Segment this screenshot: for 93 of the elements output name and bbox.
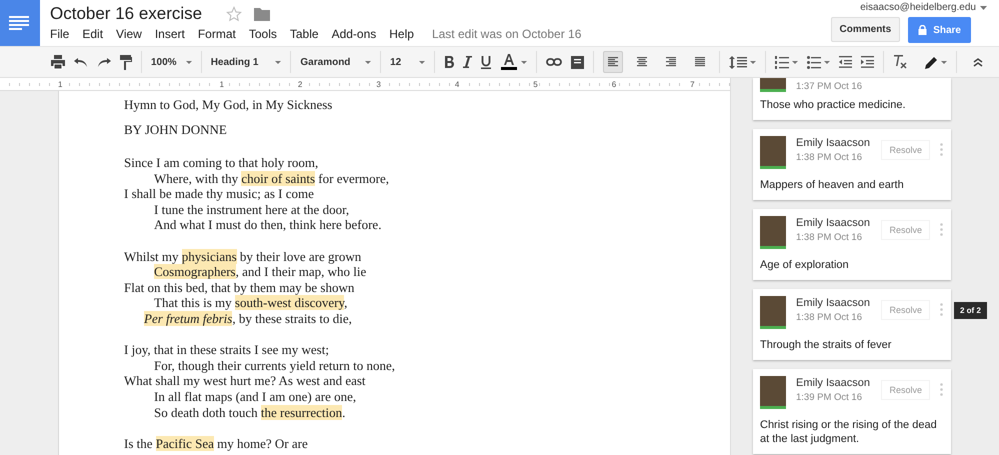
poem-line: For, though their currents yield return to none, (153, 358, 396, 374)
ruler-number: 1 (218, 80, 225, 88)
menu-item[interactable]: File (50, 27, 70, 41)
undo-icon[interactable] (74, 57, 88, 67)
ruler-number: 5 (532, 80, 539, 88)
menu-item[interactable]: View (116, 27, 142, 41)
ruler-number: 4 (454, 80, 460, 88)
comments-button[interactable]: Comments (830, 17, 900, 42)
align-justify-icon[interactable] (694, 57, 706, 67)
underline-icon[interactable] (481, 56, 491, 68)
menu-item[interactable]: Tools (248, 27, 277, 41)
comment-author: Emily Isaacson (796, 137, 871, 149)
avatar-placeholder (760, 216, 786, 249)
italic-icon[interactable] (463, 56, 472, 68)
poem-line: And what I must do then, think here before. (153, 217, 382, 233)
caret-icon[interactable] (980, 6, 987, 10)
comment-text: Christ rising or the rising of the dead at the last judgment. (760, 418, 938, 446)
last-edit-link[interactable]: Last edit was on October 16 (432, 27, 582, 41)
link-icon[interactable] (546, 58, 562, 66)
comment-icon[interactable] (571, 56, 584, 68)
ruler-number: 3 (375, 80, 382, 88)
comment-author: Emily Isaacson (796, 217, 871, 229)
poem-line: Flat on this bed, that by them may be shown (124, 280, 356, 296)
lock-icon[interactable] (918, 25, 928, 35)
style-dropdown[interactable]: Heading 1 (202, 51, 292, 73)
comment-text: Those who practice medicine. (760, 98, 907, 112)
menu-item[interactable]: Edit (82, 27, 104, 41)
poem-line: I joy, that in these straits I see my west; (124, 342, 330, 358)
menu-item[interactable]: Format (198, 27, 236, 41)
account-email[interactable]: eisaacso@heidelberg.edu (860, 2, 976, 13)
comment-time: 1:38 PM Oct 16 (796, 312, 864, 323)
avatar-placeholder (760, 376, 786, 409)
line-spacing-icon[interactable] (729, 56, 747, 68)
avatar-placeholder (760, 296, 786, 329)
folder-icon[interactable] (254, 6, 270, 20)
poem-line: Cosmographers, and I their map, who lie (153, 264, 368, 280)
comment-text: Mappers of heaven and earth (760, 178, 905, 192)
menu-item[interactable]: Help (389, 27, 414, 41)
ruler-number: 6 (610, 80, 618, 88)
poem-line: Is the Pacific Sea my home? Or are (124, 436, 309, 452)
decrease-indent-icon[interactable] (839, 56, 852, 68)
zoom-dropdown[interactable]: 100% (142, 51, 202, 73)
comment-text: Age of exploration (760, 258, 850, 272)
print-icon[interactable] (51, 55, 65, 69)
font-dropdown[interactable]: Garamond (291, 51, 382, 73)
comment-time: 1:39 PM Oct 16 (796, 392, 864, 403)
collapse-icon[interactable] (973, 58, 983, 66)
poem-byline: BY JOHN DONNE (124, 122, 228, 138)
align-left-button[interactable] (603, 51, 623, 73)
menu-item[interactable]: Insert (154, 27, 185, 41)
poem-line: What shall my west hurt me? As west and east (124, 373, 367, 389)
align-left-icon[interactable] (607, 57, 619, 67)
text-color-icon[interactable] (500, 54, 518, 70)
comment-card[interactable]: 1:37 PM Oct 16 Those who practice medicine. (753, 78, 951, 120)
star-icon[interactable] (226, 6, 242, 22)
poem-title: Hymn to God, My God, in My Sickness (124, 97, 334, 113)
comment-time: 1:37 PM Oct 16 (796, 81, 864, 92)
menu-item[interactable]: Table (290, 27, 319, 41)
ruler-number: 7 (689, 80, 696, 88)
clear-formatting-icon[interactable] (893, 55, 907, 69)
paint-format-icon[interactable] (120, 54, 132, 70)
poem-line: I tune the instrument here at the door, (153, 202, 350, 218)
increase-indent-icon[interactable] (861, 56, 874, 68)
ruler[interactable]: 1 1 2 3 4 5 6 7 (0, 78, 730, 91)
align-center-icon[interactable] (636, 57, 648, 67)
document-title[interactable]: October 16 exercise (50, 4, 202, 24)
avatar-placeholder (760, 136, 786, 169)
pencil-icon[interactable] (925, 56, 938, 68)
poem-line: That this is my south-west discovery, (153, 295, 348, 311)
poem-line: I shall be made thy music; as I come (124, 186, 315, 202)
ruler-number: 1 (57, 80, 64, 88)
poem-line: Whilst my physicians by their love are grown (124, 248, 362, 264)
menu-item[interactable]: Add-ons (332, 27, 376, 41)
comment-count-badge: 2 of 2 (954, 302, 987, 319)
redo-icon[interactable] (97, 57, 111, 67)
numbered-list-icon[interactable] (775, 56, 789, 68)
align-right-icon[interactable] (665, 57, 677, 67)
ruler-number: 2 (296, 80, 304, 88)
comment-author: Emily Isaacson (796, 377, 871, 389)
avatar-placeholder (760, 78, 786, 92)
poem-line: In all flat maps (and I am one) are one, (153, 388, 358, 404)
poem-line: Per fretum febris, by these straits to die, (143, 310, 353, 327)
font-size-dropdown[interactable]: 12 (381, 51, 435, 73)
comment-time: 1:38 PM Oct 16 (796, 232, 864, 243)
comment-text: Through the straits of fever (760, 338, 892, 352)
poem-line: Where, with thy choir of saints for evermore, (153, 170, 390, 186)
comment-author: Emily Isaacson (796, 297, 871, 309)
poem-line: So death doth touch the resurrection. (153, 404, 346, 420)
docs-logo-icon[interactable] (0, 0, 40, 46)
comment-time: 1:38 PM Oct 16 (796, 152, 864, 163)
poem-line: Since I am coming to that holy room, (124, 155, 320, 171)
bold-icon[interactable] (444, 56, 454, 68)
bulleted-list-icon[interactable] (807, 56, 821, 68)
